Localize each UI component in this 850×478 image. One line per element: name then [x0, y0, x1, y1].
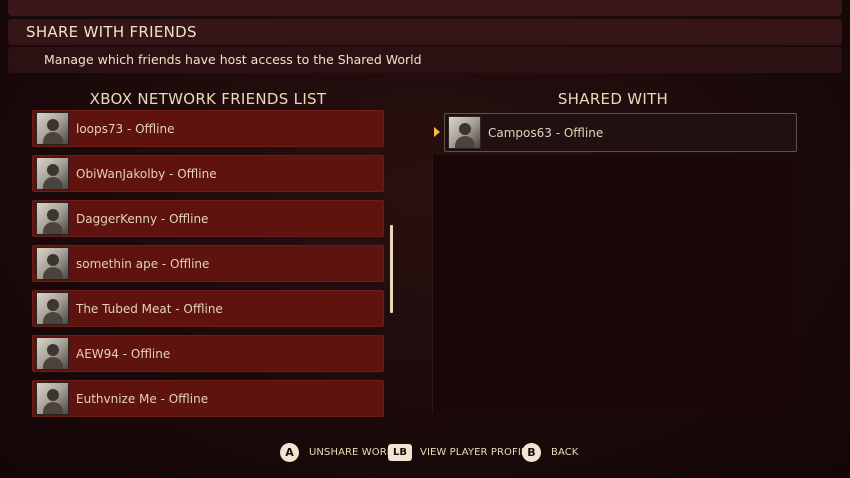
avatar	[36, 202, 69, 235]
back-label[interactable]: BACK	[551, 447, 578, 458]
shared-with-panel	[432, 155, 796, 413]
friend-row[interactable]: somethin ape - Offline	[32, 245, 384, 282]
avatar	[36, 112, 69, 145]
avatar	[36, 247, 69, 280]
lb-button-icon[interactable]: LB	[388, 444, 412, 461]
avatar	[36, 382, 69, 415]
selection-arrow-icon	[434, 127, 440, 137]
friend-row[interactable]: DaggerKenny - Offline	[32, 200, 384, 237]
friends-list-scrollbar[interactable]	[390, 225, 393, 313]
shared-with-row[interactable]: Campos63 - Offline	[444, 113, 797, 152]
page-subtitle: Manage which friends have host access to…	[44, 52, 422, 67]
avatar	[36, 157, 69, 190]
friend-row[interactable]: The Tubed Meat - Offline	[32, 290, 384, 327]
friend-label: The Tubed Meat - Offline	[76, 301, 223, 316]
avatar	[36, 337, 69, 370]
friend-row[interactable]: Euthvnize Me - Offline	[32, 380, 384, 417]
friend-label: AEW94 - Offline	[76, 346, 171, 361]
friend-row[interactable]: AEW94 - Offline	[32, 335, 384, 372]
shared-with-label: Campos63 - Offline	[488, 125, 604, 140]
b-button-icon[interactable]: B	[522, 443, 541, 462]
friend-row[interactable]: ObiWanJakolby - Offline	[32, 155, 384, 192]
friend-label: loops73 - Offline	[76, 121, 175, 136]
friend-row[interactable]: loops73 - Offline	[32, 110, 384, 147]
friend-label: Euthvnize Me - Offline	[76, 391, 209, 406]
top-strip	[8, 0, 842, 16]
avatar	[36, 292, 69, 325]
friends-list-title: XBOX NETWORK FRIENDS LIST	[89, 90, 327, 108]
friend-label: ObiWanJakolby - Offline	[76, 166, 217, 181]
view-player-profile-label[interactable]: VIEW PLAYER PROFILE	[420, 447, 533, 458]
a-button-icon[interactable]: A	[280, 443, 299, 462]
unshare-world-label[interactable]: UNSHARE WORLD	[309, 447, 400, 458]
friend-label: somethin ape - Offline	[76, 256, 210, 271]
avatar	[448, 116, 481, 149]
page-title: SHARE WITH FRIENDS	[26, 23, 197, 41]
friend-label: DaggerKenny - Offline	[76, 211, 209, 226]
shared-with-title: SHARED WITH	[557, 90, 669, 108]
